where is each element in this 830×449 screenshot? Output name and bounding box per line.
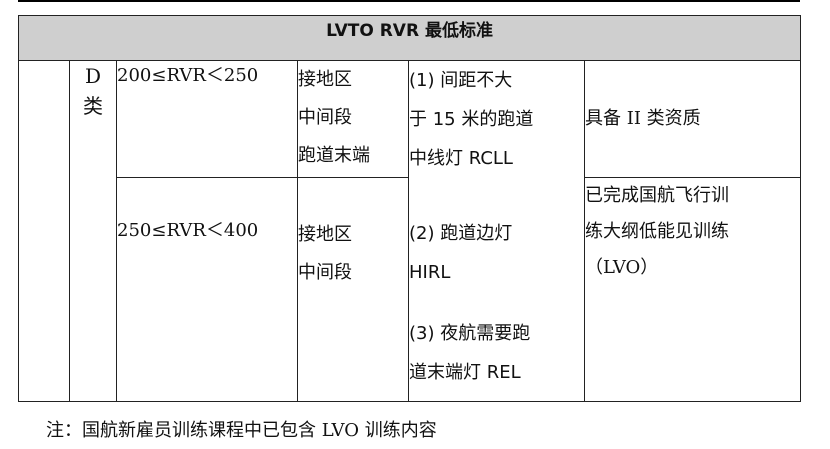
lights-line: (1) 间距不大 — [409, 70, 513, 91]
zone-line: 接地区 — [298, 69, 352, 90]
category-cell: D 类 — [69, 60, 117, 402]
lights-line: (2) 跑道边灯 — [409, 223, 513, 244]
blank-cell — [18, 60, 70, 402]
top-rule — [18, 0, 800, 5]
qualification-line: 已完成国航飞行训 — [585, 185, 729, 206]
lvto-rvr-table: LVTO RVR 最低标准 D 类 200≤RVR＜250 接地区 中间段 跑道… — [17, 15, 802, 402]
category-suffix: 类 — [83, 94, 103, 118]
lights-line: 中线灯 RCLL — [409, 148, 513, 169]
rvr-range-cell: 200≤RVR＜250 — [116, 60, 298, 178]
lights-line: 道末端灯 REL — [409, 362, 521, 383]
qualification-line: 具备 II 类资质 — [585, 108, 701, 129]
zone-cell: 接地区 中间段 跑道末端 — [297, 60, 409, 178]
category-letter: D — [84, 64, 102, 88]
table-title: LVTO RVR 最低标准 — [17, 15, 802, 61]
lights-line: HIRL — [409, 262, 451, 283]
qualification-line: （LVO） — [585, 257, 659, 278]
zone-line: 接地区 — [298, 224, 352, 245]
qualification-line: 练大纲低能见训练 — [585, 221, 729, 242]
rvr-range-cell: 250≤RVR＜400 — [116, 177, 298, 402]
zone-cell: 接地区 中间段 — [297, 177, 409, 402]
qualification-cell: 已完成国航飞行训 练大纲低能见训练 （LVO） — [583, 177, 802, 402]
zone-line: 中间段 — [298, 262, 352, 283]
zone-line: 中间段 — [298, 107, 352, 128]
lights-line: 于 15 米的跑道 — [409, 109, 534, 130]
footnote: 注：国航新雇员训练课程中已包含 LVO 训练内容 — [46, 420, 437, 441]
lights-line: (3) 夜航需要跑 — [409, 323, 531, 344]
qualification-cell: 具备 II 类资质 — [583, 60, 802, 178]
zone-line: 跑道末端 — [298, 145, 370, 166]
lights-cell: (1) 间距不大 于 15 米的跑道 中线灯 RCLL (2) 跑道边灯 HIR… — [408, 60, 585, 402]
